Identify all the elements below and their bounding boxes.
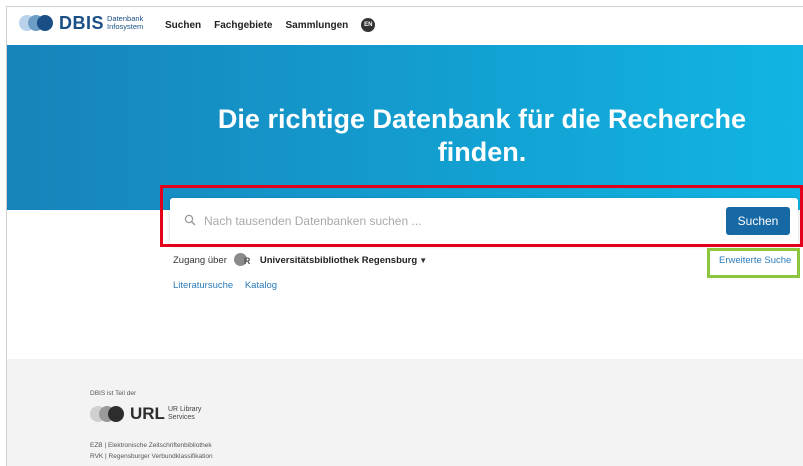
footer: DBIS ist Teil der URL UR Library Service… [7,359,803,466]
footer-part-of-label: DBIS ist Teil der [90,390,137,397]
nav-item-fachgebiete[interactable]: Fachgebiete [214,20,272,31]
url-logo-subtitle: UR Library Services [167,406,202,421]
top-navigation-bar: DBIS Datenbank Infosystem Suchen Fachgeb… [7,7,803,45]
dbis-logo[interactable]: DBIS Datenbank Infosystem [19,13,144,33]
url-logo[interactable]: URL UR Library Services [90,404,202,423]
institution-logo-icon: R [233,253,254,267]
advanced-search-highlight-annotation [707,248,800,278]
link-literatursuche[interactable]: Literatursuche [173,280,233,291]
language-switch-button[interactable]: EN [361,18,376,32]
logo-subtitle: Datenbank Infosystem [107,14,144,31]
quick-links: Literatursuche Katalog [173,280,286,291]
hero-title: Die richtige Datenbank für die Recherche… [217,104,747,167]
main-nav: Suchen Fachgebiete Sammlungen EN [165,18,376,32]
link-katalog[interactable]: Katalog [245,280,277,291]
logo-dots-icon [19,15,57,31]
access-label: Zugang über [173,254,227,266]
chevron-down-icon[interactable]: ▼ [419,256,427,265]
footer-link-rvk[interactable]: RVK | Regensburger Verbundklassifikation [90,453,213,460]
institution-dropdown[interactable]: Universitätsbibliothek Regensburg [260,255,417,266]
page: DBIS Datenbank Infosystem Suchen Fachgeb… [6,6,803,466]
logo-text: DBIS [59,13,105,33]
footer-link-ezb[interactable]: EZB | Elektronische Zeitschriftenbibliot… [90,442,212,449]
nav-item-sammlungen[interactable]: Sammlungen [285,20,348,31]
url-logo-text: URL [130,404,165,423]
url-logo-dots-icon [90,406,128,422]
nav-item-suchen[interactable]: Suchen [165,20,201,31]
search-highlight-annotation [160,185,803,247]
access-selector: Zugang über R Universitätsbibliothek Reg… [173,253,427,267]
